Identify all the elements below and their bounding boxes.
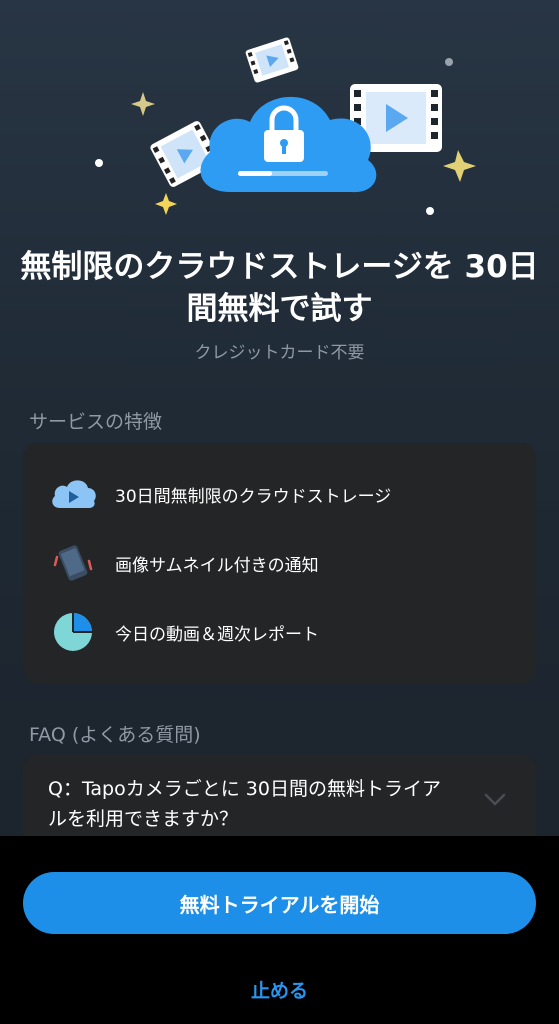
feature-text: 今日の動画＆週次レポート bbox=[115, 624, 319, 645]
feature-text: 30日間無制限のクラウドストレージ bbox=[115, 486, 392, 507]
faq-question: Q：Tapoカメラごとに 30日間の無料トライアルを利用できますか？ bbox=[48, 778, 441, 830]
feature-item: 30日間無制限のクラウドストレージ bbox=[47, 469, 507, 519]
dot bbox=[426, 207, 434, 215]
dot bbox=[95, 159, 103, 167]
phone-notification-icon bbox=[47, 541, 99, 585]
pie-chart-icon bbox=[47, 610, 99, 654]
bottom-action-bar: 無料トライアルを開始 止める bbox=[0, 836, 559, 1024]
sparkle-icon bbox=[443, 150, 476, 182]
sparkle-icon bbox=[131, 92, 155, 116]
page-title: 無制限のクラウドストレージを 30日間無料で試す bbox=[20, 249, 539, 327]
feature-item: 今日の動画＆週次レポート bbox=[47, 607, 507, 657]
sparkle-icon bbox=[155, 193, 177, 215]
film-icon bbox=[245, 37, 299, 83]
dot bbox=[445, 58, 453, 66]
cloud-play-icon bbox=[47, 472, 99, 516]
features-card: 30日間無制限のクラウドストレージ 画像サムネイル付きの通知 今日の動画＆週次レ… bbox=[23, 443, 536, 683]
faq-section-label: FAQ (よくある質問) bbox=[29, 724, 201, 746]
stop-link[interactable]: 止める bbox=[0, 976, 559, 1003]
feature-item: 画像サムネイル付きの通知 bbox=[47, 538, 507, 588]
page-subtitle: クレジットカード不要 bbox=[194, 343, 365, 363]
start-trial-button[interactable]: 無料トライアルを開始 bbox=[23, 872, 536, 934]
features-section-label: サービスの特徴 bbox=[29, 411, 163, 433]
feature-text: 画像サムネイル付きの通知 bbox=[115, 555, 319, 576]
cloud-storage-illustration bbox=[95, 37, 476, 215]
chevron-down-icon bbox=[484, 793, 506, 806]
cloud-lock-icon bbox=[200, 96, 377, 193]
